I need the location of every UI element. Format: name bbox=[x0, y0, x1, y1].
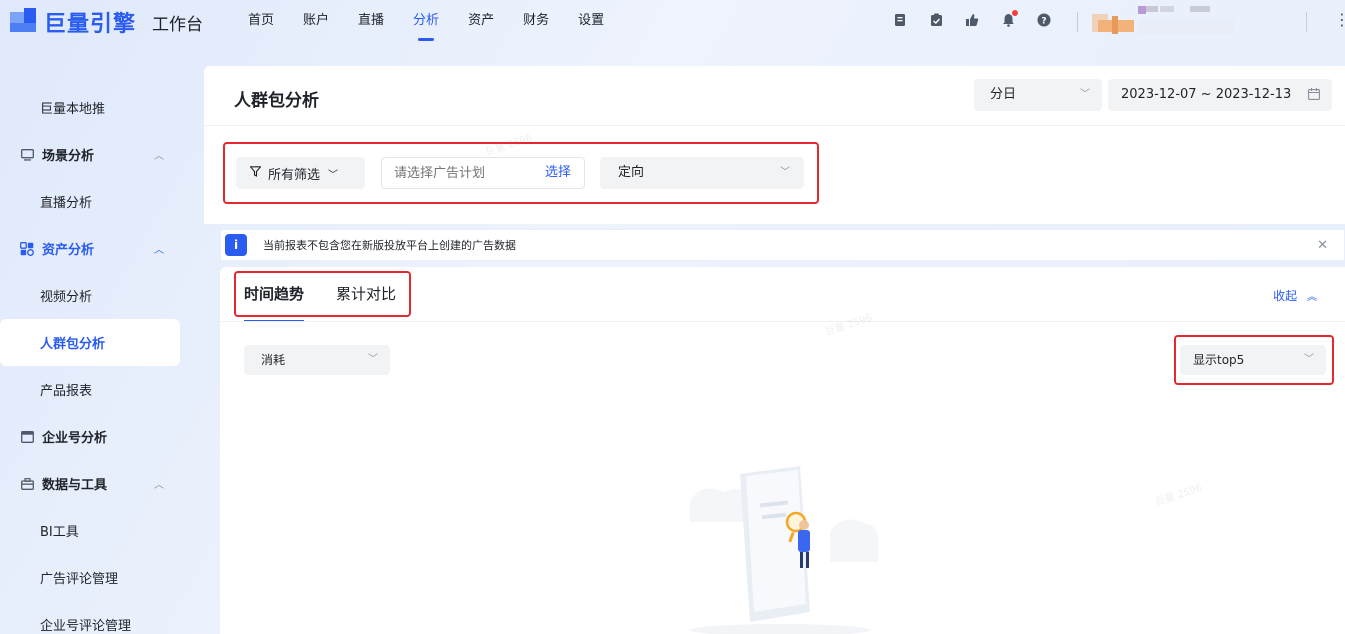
date-range-value: 2023-12-07 ~ 2023-12-13 bbox=[1121, 87, 1292, 102]
top-divider-right bbox=[1306, 12, 1307, 32]
sidebar-item-label: 产品报表 bbox=[40, 384, 93, 399]
sidebar-item-label: 人群包分析 bbox=[40, 337, 106, 352]
targeting-value: 定向 bbox=[618, 165, 645, 180]
main-nav: 首页 账户 直播 分析 资产 财务 设置 bbox=[248, 0, 633, 44]
chevron-down-icon: ﹀ bbox=[1080, 89, 1090, 100]
sidebar-group-label: 企业号分析 bbox=[42, 431, 108, 446]
brand-logo[interactable]: 巨量引擎 工作台 bbox=[10, 6, 203, 38]
chevron-down-icon: ﹀ bbox=[1304, 354, 1314, 365]
notification-dot bbox=[1012, 10, 1018, 16]
sidebar-item-label: 巨量本地推 bbox=[40, 102, 106, 117]
chevron-down-icon: ﹀ bbox=[328, 169, 339, 181]
nav-item-account[interactable]: 账户 bbox=[303, 0, 329, 44]
sidebar-item-label: 企业号评论管理 bbox=[40, 619, 132, 634]
chevron-up-icon: ︿ bbox=[154, 480, 164, 491]
chevron-down-icon: ﹀ bbox=[368, 354, 378, 365]
close-icon[interactable]: ✕ bbox=[1317, 238, 1328, 253]
top-n-select[interactable]: 显示top5 ﹀ bbox=[1180, 345, 1326, 375]
sidebar-item-label: BI工具 bbox=[40, 525, 79, 540]
nav-item-live[interactable]: 直播 bbox=[358, 0, 384, 44]
empty-state-illustration bbox=[680, 462, 880, 634]
asset-icon bbox=[20, 241, 34, 256]
svg-text:?: ? bbox=[1041, 17, 1046, 27]
double-chevron-up-icon: ︽ bbox=[1307, 292, 1317, 303]
date-range-picker[interactable]: 2023-12-07 ~ 2023-12-13 bbox=[1108, 79, 1332, 111]
monitor-icon bbox=[20, 148, 34, 162]
sidebar-item-bi-tool[interactable]: BI工具 bbox=[0, 507, 204, 554]
document-icon[interactable] bbox=[892, 12, 908, 28]
sidebar-item-video-analysis[interactable]: 视频分析 bbox=[0, 272, 204, 319]
sidebar-item-enterprise-comments[interactable]: 企业号评论管理 bbox=[0, 601, 204, 634]
more-icon[interactable]: ⋮ bbox=[1334, 10, 1345, 29]
filter-bar: 所有筛选 ﹀ 选择 定向 ﹀ bbox=[204, 126, 1345, 224]
tab-time-trend[interactable]: 时间趋势 bbox=[244, 267, 305, 322]
sidebar-item-label: 直播分析 bbox=[40, 196, 93, 211]
tab-bar: 时间趋势 累计对比 bbox=[244, 267, 428, 322]
workspace-label: 工作台 bbox=[152, 14, 204, 35]
nav-item-analysis[interactable]: 分析 bbox=[413, 0, 439, 44]
info-icon: i bbox=[225, 234, 247, 256]
collapse-button[interactable]: 收起 ︽ bbox=[1273, 287, 1317, 304]
notice-text: 当前报表不包含您在新版投放平台上创建的广告数据 bbox=[263, 239, 516, 252]
brand-name: 巨量引擎 bbox=[44, 12, 137, 37]
sidebar-item-local-promo[interactable]: 巨量本地推 bbox=[0, 84, 204, 131]
sidebar-item-audience-analysis[interactable]: 人群包分析 bbox=[0, 319, 180, 366]
filter-icon bbox=[249, 166, 262, 180]
ad-plan-select-button[interactable]: 选择 bbox=[545, 157, 571, 189]
sidebar-group-enterprise-analysis[interactable]: 企业号分析 bbox=[0, 413, 204, 460]
metric-value: 消耗 bbox=[261, 353, 286, 367]
page-title: 人群包分析 bbox=[234, 91, 319, 111]
collapse-label: 收起 bbox=[1273, 289, 1298, 303]
granularity-value: 分日 bbox=[990, 87, 1017, 102]
window-icon bbox=[20, 430, 34, 444]
sidebar-item-live-analysis[interactable]: 直播分析 bbox=[0, 178, 204, 225]
sidebar-item-product-report[interactable]: 产品报表 bbox=[0, 366, 204, 413]
metric-select[interactable]: 消耗 ﹀ bbox=[244, 345, 390, 375]
top-bar: 巨量引擎 工作台 首页 账户 直播 分析 资产 财务 设置 ? ⋮ bbox=[0, 0, 1345, 44]
nav-item-home[interactable]: 首页 bbox=[248, 0, 274, 44]
chevron-up-icon: ︿ bbox=[154, 151, 164, 162]
toolbox-icon bbox=[20, 477, 34, 491]
chevron-up-icon: ︿ bbox=[154, 245, 164, 256]
sidebar-item-label: 视频分析 bbox=[40, 290, 93, 305]
sidebar-group-data-tools[interactable]: 数据与工具 ︿ bbox=[0, 460, 204, 507]
all-filters-label: 所有筛选 bbox=[268, 167, 321, 183]
main-content: 人群包分析 分日 ﹀ 2023-12-07 ~ 2023-12-13 所有筛选 … bbox=[204, 66, 1345, 634]
sidebar-group-scene-analysis[interactable]: 场景分析 ︿ bbox=[0, 131, 204, 178]
sidebar: 巨量本地推 场景分析 ︿ 直播分析 资产分析 ︿ 视频分析 人群包分析 产品报表… bbox=[0, 84, 204, 634]
sidebar-group-asset-analysis[interactable]: 资产分析 ︿ bbox=[0, 225, 204, 272]
calendar-icon bbox=[1308, 79, 1320, 111]
sidebar-group-label: 资产分析 bbox=[42, 243, 95, 258]
granularity-select[interactable]: 分日 ﹀ bbox=[974, 79, 1102, 111]
all-filters-button[interactable]: 所有筛选 ﹀ bbox=[236, 157, 365, 189]
tab-divider bbox=[220, 321, 1345, 322]
nav-item-finance[interactable]: 财务 bbox=[523, 0, 549, 44]
nav-item-settings[interactable]: 设置 bbox=[578, 0, 604, 44]
sidebar-group-label: 场景分析 bbox=[42, 149, 95, 164]
avatar[interactable] bbox=[1090, 6, 1240, 38]
chart-panel: 时间趋势 累计对比 收起 ︽ 消耗 ﹀ 显示top5 ﹀ bbox=[220, 267, 1345, 634]
chevron-down-icon: ﹀ bbox=[780, 167, 790, 178]
top-n-value: 显示top5 bbox=[1193, 353, 1245, 367]
logo-mark-icon bbox=[10, 8, 40, 36]
sidebar-item-label: 广告评论管理 bbox=[40, 572, 119, 587]
top-divider bbox=[1077, 12, 1078, 32]
thumb-up-icon[interactable] bbox=[964, 12, 980, 28]
tab-cumulative-compare[interactable]: 累计对比 bbox=[336, 267, 396, 321]
help-icon[interactable]: ? bbox=[1036, 12, 1052, 28]
notice-banner: i 当前报表不包含您在新版投放平台上创建的广告数据 ✕ bbox=[220, 229, 1345, 261]
page-header: 人群包分析 分日 ﹀ 2023-12-07 ~ 2023-12-13 bbox=[204, 66, 1345, 126]
bell-icon[interactable] bbox=[1000, 10, 1018, 28]
nav-item-assets[interactable]: 资产 bbox=[468, 0, 494, 44]
targeting-select[interactable]: 定向 ﹀ bbox=[600, 157, 804, 189]
sidebar-group-label: 数据与工具 bbox=[42, 478, 108, 493]
sidebar-item-ad-comments[interactable]: 广告评论管理 bbox=[0, 554, 204, 601]
top-icon-group: ? bbox=[892, 10, 1072, 28]
clipboard-icon[interactable] bbox=[928, 12, 944, 28]
